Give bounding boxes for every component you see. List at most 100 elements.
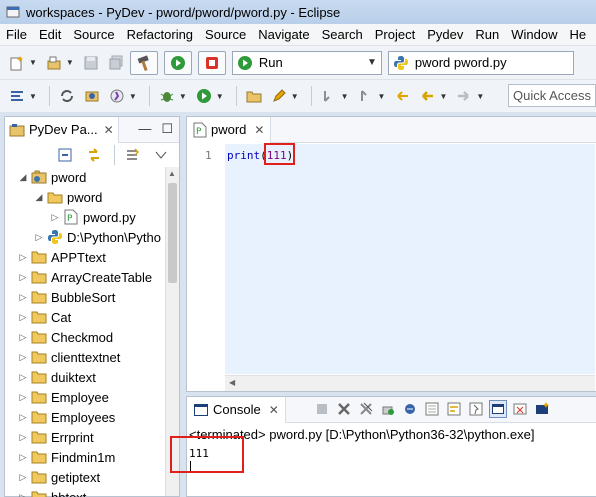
open-type-icon[interactable]	[81, 85, 103, 107]
collapsed-arrow-icon[interactable]: ▷	[17, 452, 29, 463]
scroll-lock-icon[interactable]	[379, 400, 397, 418]
last-edit-icon[interactable]	[391, 85, 413, 107]
menu-file[interactable]: File	[0, 24, 33, 46]
close-icon[interactable]: ✕	[104, 123, 114, 137]
tree-row[interactable]: ▷ Employee	[5, 387, 179, 407]
collapsed-arrow-icon[interactable]: ▷	[17, 332, 29, 343]
file-combo[interactable]: pword pword.py	[387, 50, 574, 75]
pydev-console-dropdown-icon[interactable]: ▼	[129, 92, 137, 101]
tree-row[interactable]: ▷ ArrayCreateTable	[5, 267, 179, 287]
collapsed-arrow-icon[interactable]: ▷	[33, 232, 45, 243]
open-folder-icon[interactable]	[243, 85, 265, 107]
scroll-up-icon[interactable]: ▲	[168, 169, 176, 178]
tree-row[interactable]: ◢ pword	[5, 167, 179, 187]
remove-all-icon[interactable]	[357, 400, 375, 418]
menu-refactoring[interactable]: Refactoring	[121, 24, 199, 46]
collapsed-arrow-icon[interactable]: ▷	[17, 472, 29, 483]
tree-row[interactable]: ◢ pword	[5, 187, 179, 207]
outline-dropdown-icon[interactable]: ▼	[29, 92, 37, 101]
forward-icon[interactable]	[453, 85, 475, 107]
editor-scrollbar[interactable]: ◀	[225, 375, 595, 391]
maximize-icon[interactable]: ☐	[161, 121, 173, 137]
new-dropdown-icon[interactable]: ▼	[29, 58, 37, 67]
run-button[interactable]	[163, 50, 192, 75]
menu-pydev[interactable]: Pydev	[421, 24, 469, 46]
next-annotation-dropdown-icon[interactable]: ▼	[341, 92, 349, 101]
outline-icon[interactable]	[6, 85, 28, 107]
collapsed-arrow-icon[interactable]: ▷	[17, 392, 29, 403]
tree-row[interactable]: ▷ Cat	[5, 307, 179, 327]
collapsed-arrow-icon[interactable]: ▷	[17, 352, 29, 363]
prev-annotation-icon[interactable]	[355, 85, 377, 107]
collapsed-arrow-icon[interactable]: ▷	[17, 292, 29, 303]
filter-icon[interactable]	[121, 144, 143, 166]
menu-edit[interactable]: Edit	[33, 24, 67, 46]
tree-row[interactable]: ▷ BubbleSort	[5, 287, 179, 307]
refresh-icon[interactable]	[56, 85, 78, 107]
new-icon[interactable]	[6, 52, 28, 74]
pen-dropdown-icon[interactable]: ▼	[291, 92, 299, 101]
collapsed-arrow-icon[interactable]: ▷	[17, 272, 29, 283]
collapsed-arrow-icon[interactable]: ▷	[17, 432, 29, 443]
close-icon[interactable]: ✕	[254, 123, 264, 137]
display-selected-console-icon[interactable]	[489, 400, 507, 418]
scroll-left-icon[interactable]: ◀	[229, 378, 235, 387]
menu-help[interactable]: He	[563, 24, 592, 46]
back-dropdown-icon[interactable]: ▼	[439, 92, 447, 101]
collapsed-arrow-icon[interactable]: ▷	[17, 252, 29, 263]
console-dropdown-icon[interactable]	[511, 400, 529, 418]
debug-icon[interactable]	[156, 85, 178, 107]
run-config-combo[interactable]: Run ▼	[231, 50, 382, 75]
tree-row[interactable]: ▷ clienttextnet	[5, 347, 179, 367]
link-editor-icon[interactable]	[83, 144, 105, 166]
close-icon[interactable]: ✕	[269, 403, 279, 417]
editor-tab-pword[interactable]: P pword ✕	[187, 116, 272, 143]
pen-icon[interactable]	[268, 85, 290, 107]
remove-launch-icon[interactable]	[335, 400, 353, 418]
tree-row[interactable]: ▷ Ppword.py	[5, 207, 179, 227]
menu-source-2[interactable]: Source	[199, 24, 252, 46]
console-tab[interactable]: Console ✕	[187, 396, 286, 423]
save-all-icon[interactable]	[105, 52, 127, 74]
back-icon[interactable]	[416, 85, 438, 107]
expanded-arrow-icon[interactable]: ◢	[17, 172, 29, 183]
new-console-icon[interactable]	[533, 400, 551, 418]
tree-row[interactable]: ▷ Employees	[5, 407, 179, 427]
run-last-icon[interactable]	[193, 85, 215, 107]
collapse-all-icon[interactable]	[54, 144, 76, 166]
next-annotation-icon[interactable]	[318, 85, 340, 107]
tree-row[interactable]: ▷ getiptext	[5, 467, 179, 487]
collapsed-arrow-icon[interactable]: ▷	[17, 492, 29, 497]
collapsed-arrow-icon[interactable]: ▷	[17, 372, 29, 383]
scrollbar-thumb[interactable]	[168, 183, 177, 283]
menu-source[interactable]: Source	[67, 24, 120, 46]
new-project-icon[interactable]	[43, 52, 65, 74]
show-on-output-icon[interactable]	[401, 400, 419, 418]
stop-button[interactable]	[197, 50, 226, 75]
minimize-icon[interactable]: —	[138, 121, 151, 137]
menu-project[interactable]: Project	[369, 24, 421, 46]
pin-console-icon[interactable]	[467, 400, 485, 418]
quick-access-field[interactable]: Quick Access	[508, 84, 596, 107]
terminate-icon[interactable]	[313, 400, 331, 418]
pydev-console-icon[interactable]	[106, 85, 128, 107]
collapsed-arrow-icon[interactable]: ▷	[49, 212, 61, 223]
tree-row[interactable]: ▷ APPTtext	[5, 247, 179, 267]
debug-dropdown-icon[interactable]: ▼	[179, 92, 187, 101]
tree-row[interactable]: ▷ Errprint	[5, 427, 179, 447]
menu-window[interactable]: Window	[505, 24, 563, 46]
prev-annotation-dropdown-icon[interactable]: ▼	[378, 92, 386, 101]
build-hammer-button[interactable]	[129, 50, 158, 75]
tree-row[interactable]: ▷ D:\Python\Pytho	[5, 227, 179, 247]
menu-navigate[interactable]: Navigate	[252, 24, 315, 46]
run-last-dropdown-icon[interactable]: ▼	[216, 92, 224, 101]
tree-row[interactable]: ▷ hbtext	[5, 487, 179, 497]
clear-console-icon[interactable]	[423, 400, 441, 418]
word-wrap-icon[interactable]	[445, 400, 463, 418]
menu-run[interactable]: Run	[469, 24, 505, 46]
code-area[interactable]: print(111)	[225, 144, 595, 374]
package-explorer-tab[interactable]: PyDev Pa... ✕	[5, 116, 119, 143]
menu-search[interactable]: Search	[316, 24, 369, 46]
view-menu-icon[interactable]	[150, 144, 172, 166]
tree-row[interactable]: ▷ Findmin1m	[5, 447, 179, 467]
